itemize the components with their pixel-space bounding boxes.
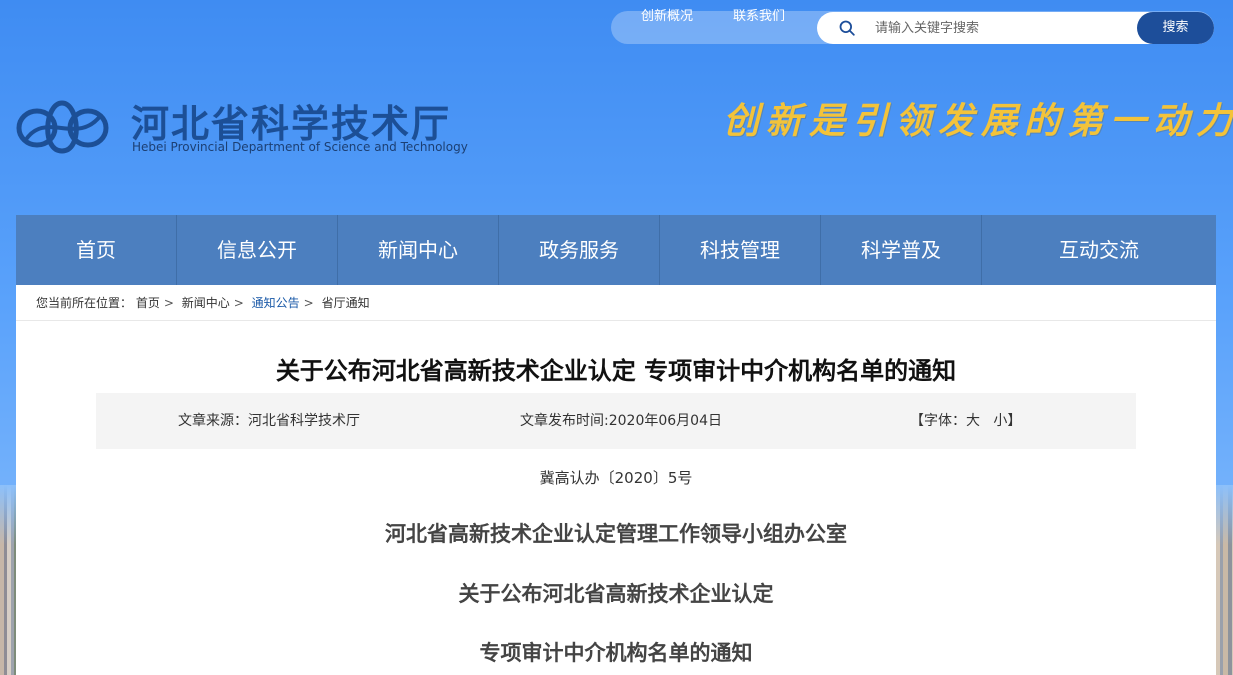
font-large-button[interactable]: 大	[966, 413, 980, 429]
search-button[interactable]: 搜索	[1137, 12, 1214, 44]
top-link-contact-us[interactable]: 联系我们	[733, 0, 785, 33]
nav-item-news-center[interactable]: 新闻中心	[338, 215, 499, 285]
top-link-innovation-overview[interactable]: 创新概况	[641, 0, 693, 33]
org-name-english: Hebei Provincial Department of Science a…	[132, 140, 468, 154]
font-size-label: 【字体：	[910, 413, 966, 429]
breadcrumb-home[interactable]: 首页	[136, 296, 160, 310]
nav-item-info-disclosure[interactable]: 信息公开	[177, 215, 338, 285]
font-small-button[interactable]: 小	[993, 413, 1007, 429]
article-meta: 文章来源：河北省科学技术厅 文章发布时间:2020年06月04日 【字体：大 小…	[96, 393, 1136, 449]
chevron-right-icon: >	[303, 296, 314, 310]
breadcrumb-notices[interactable]: 通知公告	[252, 296, 300, 310]
article-panel: 您当前所在位置： 首页 > 新闻中心 > 通知公告 > 省厅通知 关于公布河北省高新技…	[16, 285, 1216, 675]
department-logo-icon[interactable]	[15, 97, 110, 157]
font-size-control: 【字体：大 小】	[910, 393, 1021, 449]
font-size-label-close: 】	[1007, 413, 1022, 429]
article-date: 文章发布时间:2020年06月04日	[520, 413, 722, 429]
breadcrumb: 您当前所在位置： 首页 > 新闻中心 > 通知公告 > 省厅通知	[36, 294, 370, 311]
article-title: 关于公布河北省高新技术企业认定 专项审计中介机构名单的通知	[275, 357, 957, 385]
divider	[16, 320, 1216, 321]
body-line: 关于公布河北省高新技术企业认定	[458, 581, 774, 606]
body-line: 河北省高新技术企业认定管理工作领导小组办公室	[385, 521, 847, 546]
main-nav: 首页 信息公开 新闻中心 政务服务 科技管理 科学普及 互动交流	[16, 215, 1216, 285]
search-icon[interactable]	[839, 20, 855, 36]
nav-item-government-services[interactable]: 政务服务	[499, 215, 660, 285]
breadcrumb-news-center[interactable]: 新闻中心	[182, 296, 230, 310]
chevron-right-icon: >	[233, 296, 244, 310]
document-number: 冀高认办〔2020〕5号	[539, 469, 693, 487]
body-line: 专项审计中介机构名单的通知	[479, 640, 753, 665]
background-city-right	[1215, 485, 1233, 675]
chevron-right-icon: >	[163, 296, 174, 310]
slogan: 创新是引领发展的第一动力	[723, 100, 1233, 142]
nav-item-home[interactable]: 首页	[16, 215, 177, 285]
nav-item-interaction[interactable]: 互动交流	[982, 215, 1216, 285]
breadcrumb-dept-notices[interactable]: 省厅通知	[322, 296, 370, 310]
breadcrumb-prefix: 您当前所在位置：	[36, 296, 133, 310]
article-source: 文章来源：河北省科学技术厅	[178, 413, 360, 429]
search-input[interactable]	[875, 12, 1125, 44]
nav-item-science-popularization[interactable]: 科学普及	[821, 215, 982, 285]
nav-item-tech-management[interactable]: 科技管理	[660, 215, 821, 285]
